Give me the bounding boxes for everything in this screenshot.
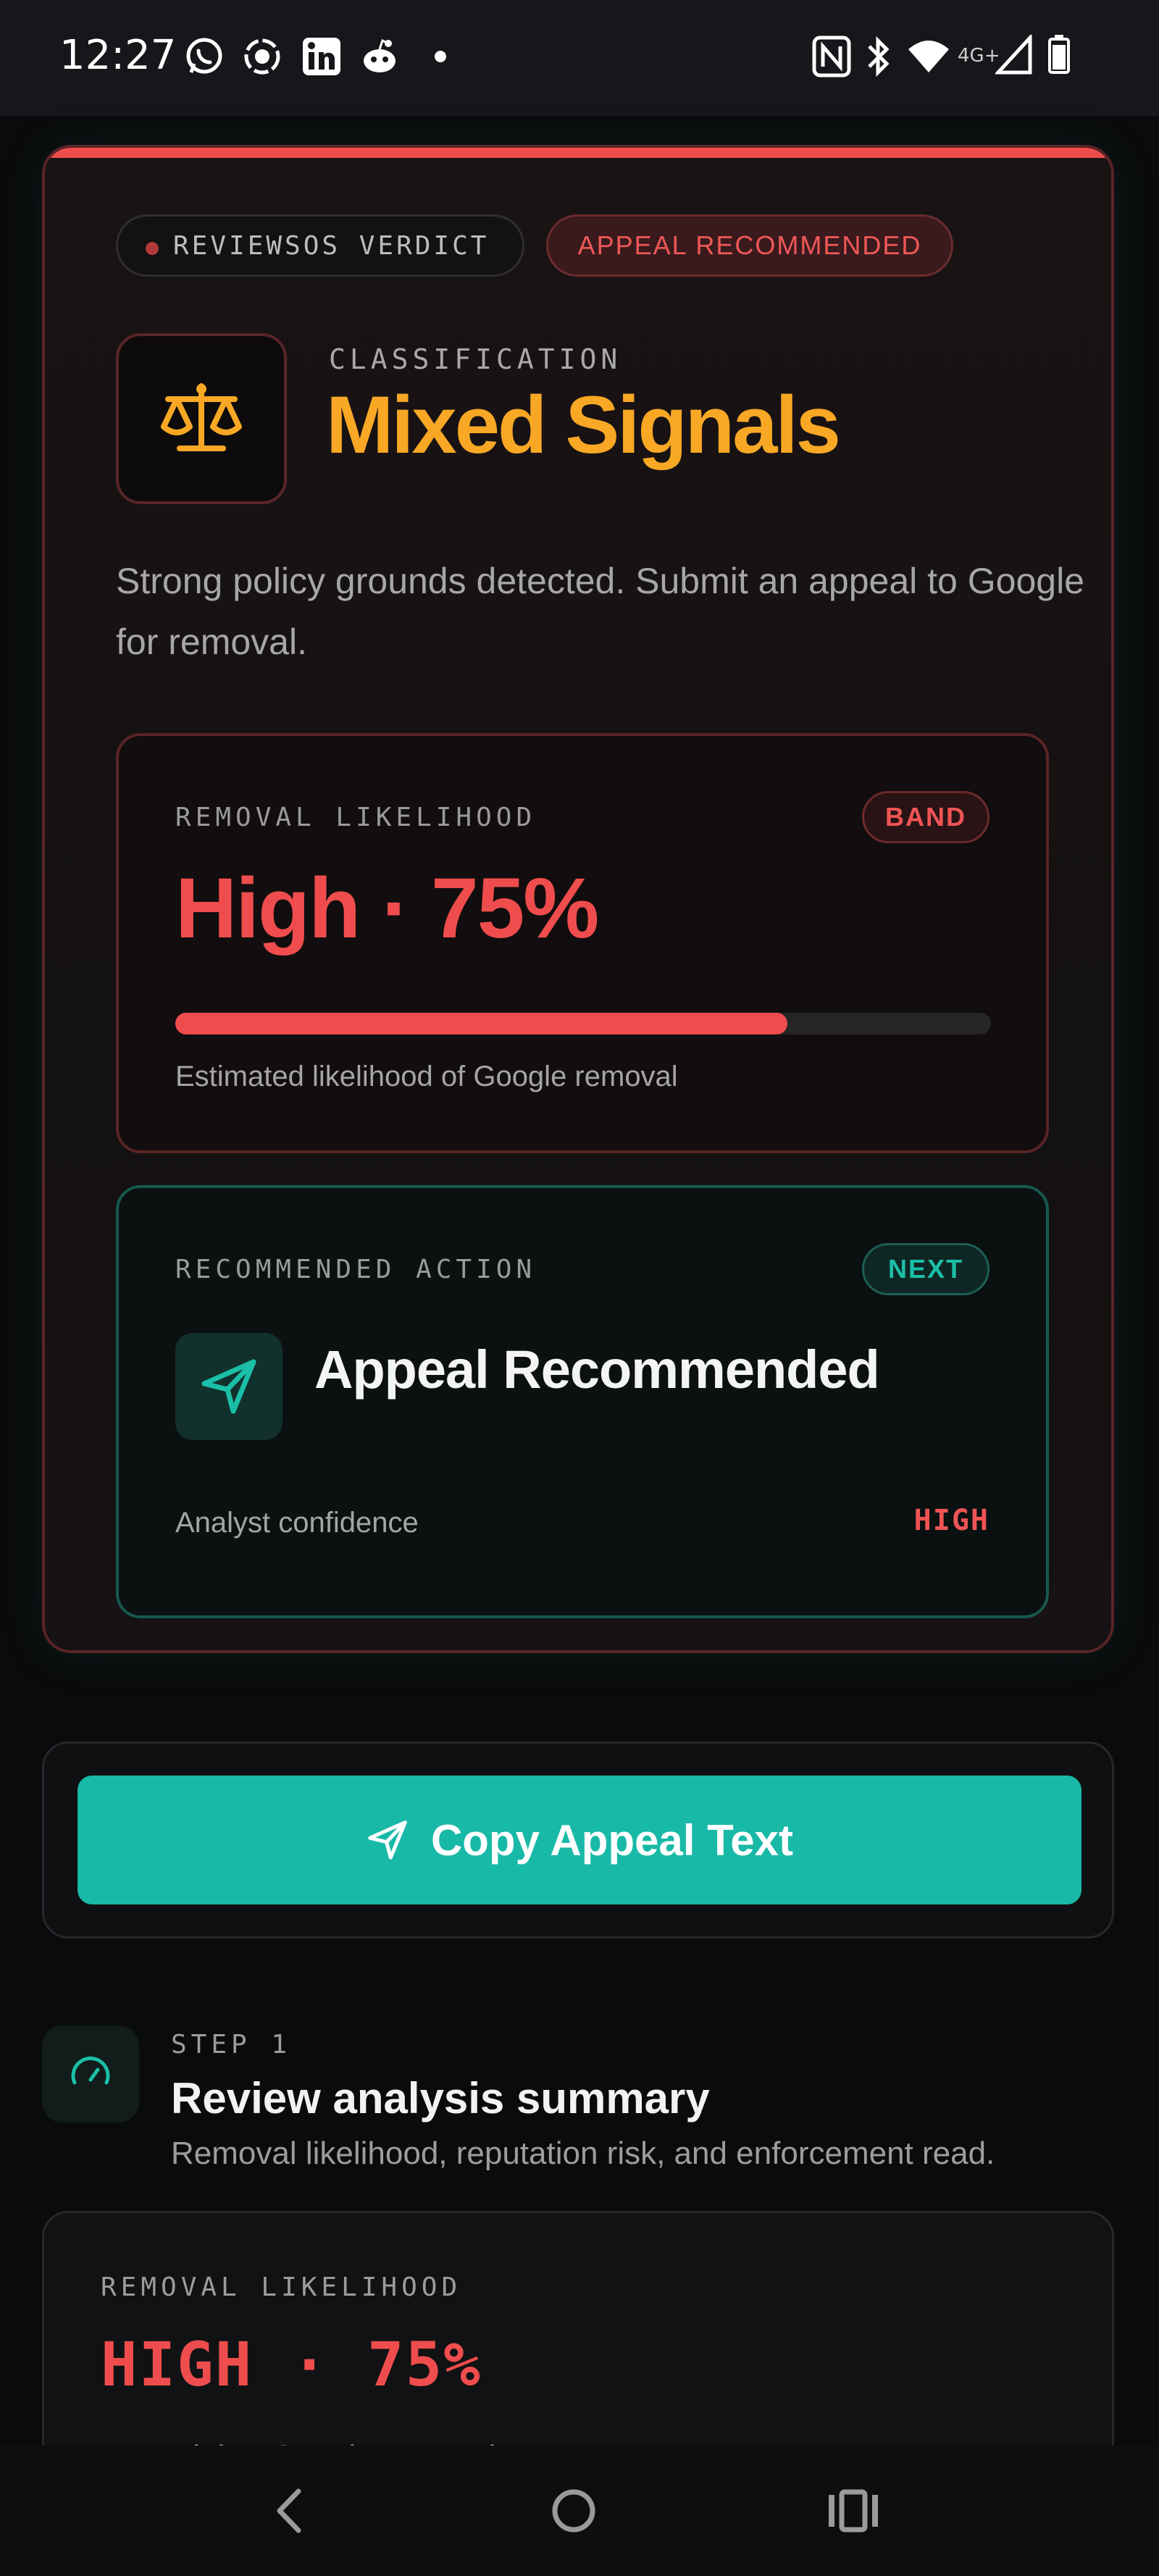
band-badge: BAND (862, 791, 989, 843)
copy-button-container: Copy Appeal Text (42, 1741, 1114, 1939)
send-icon (175, 1333, 283, 1440)
classification-label: CLASSIFICATION (329, 343, 622, 375)
confidence-value: HIGH (913, 1504, 989, 1537)
gauge-icon (42, 2025, 139, 2123)
reddit-icon (364, 38, 396, 72)
confidence-label: Analyst confidence (175, 1507, 419, 1539)
verdict-accent-bar (45, 148, 1111, 158)
back-icon[interactable] (261, 2482, 319, 2540)
dot-icon (435, 51, 446, 62)
verdict-description: Strong policy grounds detected. Submit a… (116, 561, 1084, 662)
next-badge: NEXT (862, 1243, 989, 1295)
summary-label: REMOVAL LIKELIHOOD (101, 2272, 462, 2302)
step-label: STEP 1 (171, 2030, 292, 2059)
verdict-badge-label: REVIEWSOS VERDICT (173, 230, 490, 261)
summary-value: HIGH · 75% (101, 2329, 482, 2400)
appeal-status-pill: APPEAL RECOMMENDED (546, 214, 953, 277)
nfc-icon (812, 35, 851, 78)
status-time: 12:27 (59, 32, 177, 79)
likelihood-progress-track (175, 1013, 991, 1034)
likelihood-progress-fill (175, 1013, 787, 1034)
bluetooth-icon (868, 35, 890, 78)
navigation-bar (0, 2446, 1159, 2576)
scale-icon (116, 333, 287, 504)
likelihood-value: High · 75% (175, 861, 599, 956)
step-subtitle: Removal likelihood, reputation risk, and… (171, 2136, 995, 2171)
signal-icon (995, 35, 1032, 75)
likelihood-caption: Estimated likelihood of Google removal (175, 1061, 678, 1092)
verdict-badge: REVIEWSOS VERDICT (116, 214, 524, 277)
classification-title: Mixed Signals (326, 380, 841, 470)
linkedin-icon (303, 38, 340, 75)
copy-appeal-label: Copy Appeal Text (430, 1815, 794, 1865)
battery-icon (1048, 35, 1070, 74)
removal-likelihood-card: REMOVAL LIKELIHOOD BAND High · 75% Estim… (116, 733, 1049, 1153)
network-type: 4G+ (958, 45, 1000, 67)
status-dot-icon (146, 242, 159, 255)
verdict-card: REVIEWSOS VERDICT APPEAL RECOMMENDED CLA… (42, 145, 1114, 1653)
whatsapp-icon (186, 38, 222, 74)
action-title: Appeal Recommended (314, 1339, 880, 1400)
status-bar: 12:27 4G+ (0, 0, 1159, 116)
send-icon (368, 1820, 407, 1860)
recommended-action-label: RECOMMENDED ACTION (175, 1255, 537, 1284)
recommended-action-card: RECOMMENDED ACTION NEXT Appeal Recommend… (116, 1185, 1049, 1618)
home-icon[interactable] (545, 2482, 603, 2540)
step-title: Review analysis summary (171, 2074, 710, 2123)
copy-appeal-button[interactable]: Copy Appeal Text (78, 1776, 1081, 1904)
wifi-icon (908, 41, 949, 72)
recents-icon[interactable] (824, 2482, 882, 2540)
removal-likelihood-label: REMOVAL LIKELIHOOD (175, 803, 537, 832)
screen-record-icon (244, 38, 280, 75)
